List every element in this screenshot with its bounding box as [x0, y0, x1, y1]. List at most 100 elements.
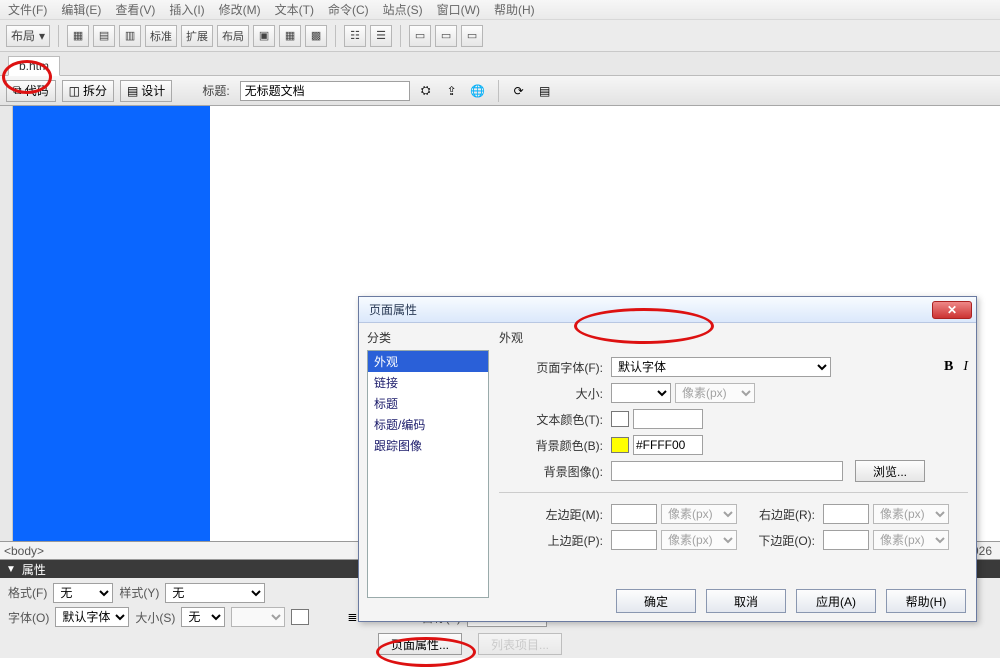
format-select[interactable]: 无: [53, 583, 113, 603]
dialog-close-button[interactable]: ✕: [932, 301, 972, 319]
size-unit-select[interactable]: 像素(px): [675, 383, 755, 403]
dialog-category-label: 分类: [367, 329, 489, 346]
page-font-select[interactable]: 默认字体: [611, 357, 831, 377]
help-button[interactable]: 帮助(H): [886, 589, 966, 613]
style-select[interactable]: 无: [165, 583, 265, 603]
list-ul-icon[interactable]: ≣: [347, 610, 357, 624]
style-label: 样式(Y): [119, 584, 159, 601]
apply-button[interactable]: 应用(A): [796, 589, 876, 613]
page-body-element[interactable]: [13, 106, 210, 541]
margin-left-label: 左边距(M):: [499, 506, 607, 523]
toolbar-icon-5[interactable]: ▦: [279, 25, 301, 47]
category-headings[interactable]: 标题: [368, 393, 488, 414]
margin-left-unit[interactable]: 像素(px): [661, 504, 737, 524]
margin-top-input[interactable]: [611, 530, 657, 550]
size2-unit[interactable]: [231, 607, 285, 627]
layout-dropdown[interactable]: 布局 ▾: [6, 25, 50, 47]
bgimage-input[interactable]: [611, 461, 843, 481]
menu-command[interactable]: 命令(C): [328, 1, 369, 18]
toolbar-icon-3[interactable]: ▥: [119, 25, 141, 47]
browse-button[interactable]: 浏览...: [855, 460, 925, 482]
page-properties-dialog: 页面属性 ✕ 分类 外观 链接 标题 标题/编码 跟踪图像: [358, 296, 977, 622]
toolbar-icon-9[interactable]: ▭: [409, 25, 431, 47]
font-select[interactable]: 默认字体: [55, 607, 129, 627]
category-tracing[interactable]: 跟踪图像: [368, 435, 488, 456]
dialog-titlebar[interactable]: 页面属性 ✕: [359, 297, 976, 323]
category-appearance[interactable]: 外观: [368, 351, 488, 372]
ok-button[interactable]: 确定: [616, 589, 696, 613]
menu-modify[interactable]: 修改(M): [219, 1, 261, 18]
file-tab-bhtm[interactable]: b.htm: [8, 56, 60, 76]
toolbar-icon-4[interactable]: ▣: [253, 25, 275, 47]
size-select[interactable]: [611, 383, 671, 403]
bgcolor-swatch[interactable]: [611, 437, 629, 453]
menu-text[interactable]: 文本(T): [275, 1, 314, 18]
layout-toolbar: 布局 ▾ ▦ ▤ ▥ 标准 扩展 布局 ▣ ▦ ▩ ☷ ☰ ▭ ▭ ▭: [0, 20, 1000, 52]
toolbar-layout[interactable]: 布局: [217, 25, 249, 47]
view-design-button[interactable]: ▤ 设计: [120, 80, 172, 102]
bgimage-label: 背景图像():: [499, 463, 607, 480]
toolbar-icon-7[interactable]: ☷: [344, 25, 366, 47]
italic-toggle[interactable]: I: [963, 359, 968, 375]
dialog-section-label: 外观: [499, 329, 968, 346]
prop-color-swatch[interactable]: [291, 609, 309, 625]
margin-left-input[interactable]: [611, 504, 657, 524]
toolbar-globe-icon[interactable]: 🌐: [468, 81, 488, 101]
view-code-button[interactable]: ⧉ 代码: [6, 80, 56, 102]
properties-panel-title: 属性: [22, 561, 46, 578]
format-label: 格式(F): [8, 584, 47, 601]
toolbar-extend[interactable]: 扩展: [181, 25, 213, 47]
toolbar-standard[interactable]: 标准: [145, 25, 177, 47]
menu-file[interactable]: 文件(F): [8, 1, 47, 18]
toolbar-options-icon[interactable]: ▤: [535, 81, 555, 101]
bgcolor-input[interactable]: [633, 435, 703, 455]
toolbar-icon-8[interactable]: ☰: [370, 25, 392, 47]
view-split-button[interactable]: ◫ 拆分: [62, 80, 114, 102]
menu-insert[interactable]: 插入(I): [169, 1, 204, 18]
view-design-label: 设计: [141, 82, 165, 99]
textcolor-swatch[interactable]: [611, 411, 629, 427]
cancel-button[interactable]: 取消: [706, 589, 786, 613]
bold-toggle[interactable]: B: [944, 359, 953, 375]
page-font-label: 页面字体(F):: [499, 359, 607, 376]
toolbar-upload-icon[interactable]: ⇪: [442, 81, 462, 101]
toolbar-icon-2[interactable]: ▤: [93, 25, 115, 47]
menu-window[interactable]: 窗口(W): [437, 1, 480, 18]
bgcolor-label: 背景颜色(B):: [499, 437, 607, 454]
menu-site[interactable]: 站点(S): [383, 1, 423, 18]
toolbar-icon-11[interactable]: ▭: [461, 25, 483, 47]
layout-dropdown-label: 布局: [11, 27, 35, 44]
size-label: 大小:: [499, 385, 607, 402]
split-icon: ◫: [69, 84, 80, 98]
dialog-category-list[interactable]: 外观 链接 标题 标题/编码 跟踪图像: [367, 350, 489, 598]
category-links[interactable]: 链接: [368, 372, 488, 393]
doc-title-label: 标题:: [198, 82, 233, 99]
margin-right-unit[interactable]: 像素(px): [873, 504, 949, 524]
toolbar-icon-1[interactable]: ▦: [67, 25, 89, 47]
main-menubar: 文件(F) 编辑(E) 查看(V) 插入(I) 修改(M) 文本(T) 命令(C…: [0, 0, 1000, 20]
toolbar-filemanage-icon[interactable]: ⛭: [416, 81, 436, 101]
page-properties-button[interactable]: 页面属性...: [378, 633, 462, 655]
document-tabbar: b.htm: [0, 52, 1000, 76]
view-code-label: 代码: [25, 82, 49, 99]
toolbar-icon-10[interactable]: ▭: [435, 25, 457, 47]
size2-select[interactable]: 无: [181, 607, 225, 627]
toolbar-refresh-icon[interactable]: ⟳: [509, 81, 529, 101]
margin-top-unit[interactable]: 像素(px): [661, 530, 737, 550]
collapse-arrow-icon: ▼: [6, 564, 16, 575]
margin-right-label: 右边距(R):: [741, 506, 819, 523]
menu-view[interactable]: 查看(V): [115, 1, 155, 18]
margin-right-input[interactable]: [823, 504, 869, 524]
margin-bottom-input[interactable]: [823, 530, 869, 550]
margin-bottom-unit[interactable]: 像素(px): [873, 530, 949, 550]
menu-help[interactable]: 帮助(H): [494, 1, 535, 18]
toolbar-icon-6[interactable]: ▩: [305, 25, 327, 47]
margin-top-label: 上边距(P):: [499, 532, 607, 549]
menu-edit[interactable]: 编辑(E): [61, 1, 101, 18]
textcolor-label: 文本颜色(T):: [499, 411, 607, 428]
tag-selector-body[interactable]: <body>: [4, 544, 44, 558]
textcolor-input[interactable]: [633, 409, 703, 429]
category-encoding[interactable]: 标题/编码: [368, 414, 488, 435]
design-canvas-area: 页面属性 ✕ 分类 外观 链接 标题 标题/编码 跟踪图像: [0, 106, 1000, 542]
doc-title-input[interactable]: [240, 81, 410, 101]
